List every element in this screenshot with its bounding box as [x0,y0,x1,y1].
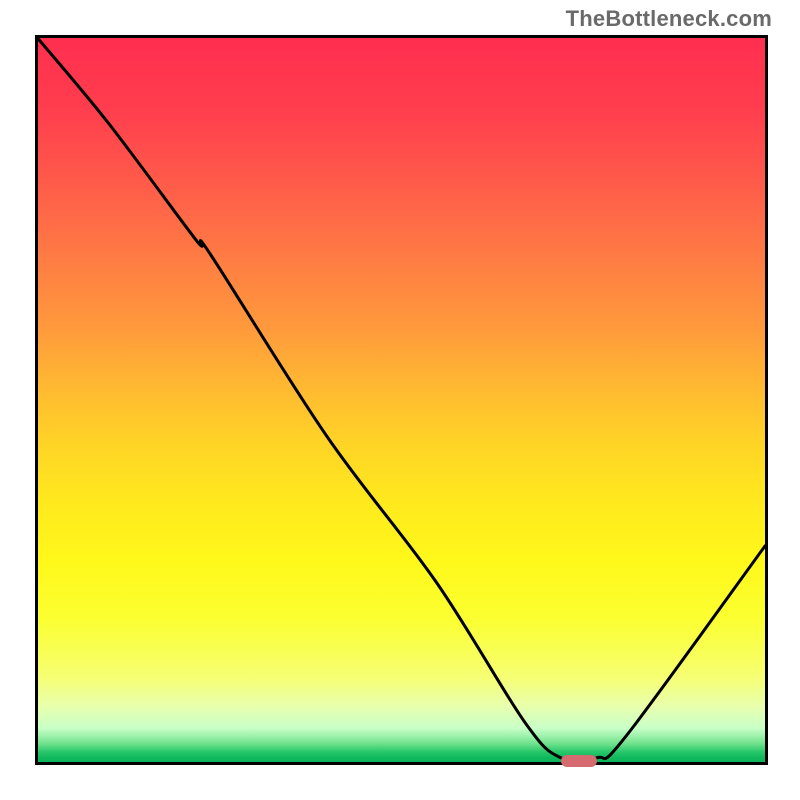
chart-stage: TheBottleneck.com [0,0,800,800]
axis-top [35,35,768,38]
optimal-marker [561,755,597,767]
axis-bottom [35,762,768,765]
watermark-text: TheBottleneck.com [566,6,772,32]
axis-left [35,35,38,765]
axis-right [765,35,768,765]
chart-gradient-background [35,35,765,765]
